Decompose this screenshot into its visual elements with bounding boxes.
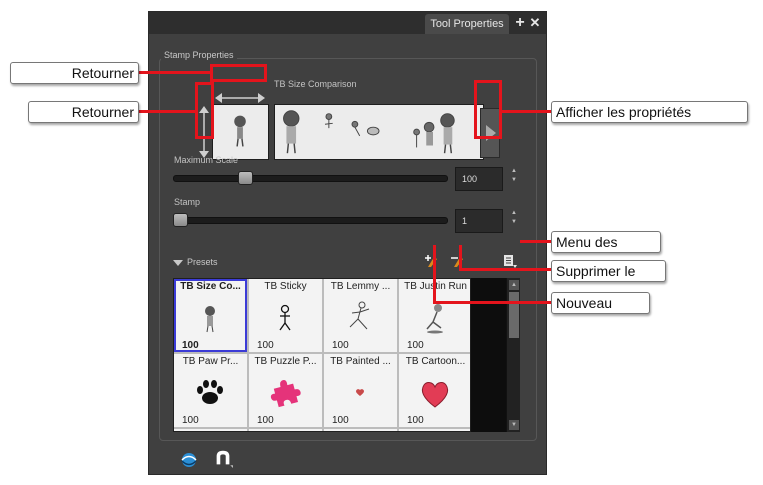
paw-print-icon — [197, 380, 223, 404]
stamp-slider[interactable] — [173, 217, 448, 224]
flip-horizontal-highlight — [210, 64, 267, 82]
scroll-thumb[interactable] — [509, 292, 519, 338]
justin-run-icon — [426, 304, 443, 334]
preset-cell[interactable]: TB Size Co... 100 — [174, 279, 247, 352]
leader-line — [501, 110, 551, 113]
panel-titlebar: Tool Properties + ✕ — [149, 12, 546, 34]
leader-line — [520, 240, 551, 243]
callout-show-properties: Afficher les propriétés — [551, 101, 748, 123]
preset-cell[interactable]: TB Lemmy ... 100 — [324, 279, 397, 352]
globe-rotate-icon[interactable] — [179, 450, 199, 470]
preset-cell[interactable]: TB Puzzle P... 100 — [249, 354, 322, 427]
collapse-triangle-icon — [173, 259, 183, 266]
max-scale-slider[interactable] — [173, 175, 448, 182]
add-panel-icon[interactable]: + — [513, 14, 527, 32]
preset-cell[interactable]: TB Sticky 100 — [249, 279, 322, 352]
comparison-label: TB Size Comparison — [274, 79, 357, 89]
flip-horizontal-icon[interactable] — [215, 93, 265, 103]
girl-figure-icon — [234, 115, 246, 147]
preset-cell[interactable]: TB Painted ... 100 — [324, 354, 397, 427]
preset-cell[interactable]: TB Cartoon... 100 — [399, 354, 470, 427]
callout-delete: Supprimer le — [551, 260, 666, 282]
girl-figure-icon — [205, 306, 215, 333]
stamp-preview — [212, 104, 269, 160]
leader-line — [459, 268, 551, 271]
callout-flip-vertical: Retourner — [28, 101, 139, 123]
new-preset-icon[interactable] — [425, 254, 439, 268]
puzzle-piece-icon — [270, 380, 301, 408]
max-scale-handle[interactable] — [238, 171, 253, 185]
preset-cell[interactable]: TB Paw Pr... 100 — [174, 354, 247, 427]
size-comparison-preview — [274, 104, 484, 160]
show-properties-highlight — [474, 80, 502, 139]
callout-menu: Menu des — [551, 231, 661, 253]
preset-cell[interactable] — [174, 429, 247, 431]
preset-cell[interactable] — [249, 429, 322, 431]
stamp-spinner[interactable]: ▲ ▼ — [510, 209, 518, 235]
max-scale-label: Maximum Scale — [174, 155, 239, 165]
max-scale-field[interactable]: 100 — [455, 167, 503, 191]
close-icon[interactable]: ✕ — [528, 14, 542, 32]
stick-figure-icon — [279, 304, 291, 331]
menu-icon[interactable] — [503, 254, 517, 268]
callout-new: Nouveau — [551, 292, 650, 314]
presets-grid: TB Size Co... 100 TB Sticky 100 TB Lemmy… — [173, 278, 471, 432]
callout-flip-horizontal: Retourner — [10, 62, 139, 84]
leader-line — [459, 245, 462, 270]
stamp-field[interactable]: 1 — [455, 209, 503, 233]
max-scale-spinner[interactable]: ▲ ▼ — [510, 167, 518, 193]
leader-line — [138, 110, 196, 113]
scroll-up-icon[interactable]: ▲ — [509, 280, 519, 290]
delete-preset-icon[interactable] — [451, 254, 465, 268]
cartoon-heart-icon — [421, 382, 449, 408]
stamp-handle[interactable] — [173, 213, 188, 227]
scroll-down-icon[interactable]: ▼ — [509, 420, 519, 430]
magnet-icon[interactable] — [213, 448, 233, 468]
stamp-label: Stamp — [174, 197, 201, 207]
leader-line — [138, 71, 211, 74]
stamp-properties-title: Stamp Properties — [161, 50, 237, 60]
presets-label: Presets — [187, 257, 218, 267]
size-comparison-figures — [283, 110, 455, 154]
flip-vertical-highlight — [195, 82, 214, 139]
running-figure-icon — [349, 301, 370, 330]
painted-heart-icon — [356, 389, 364, 396]
preset-cell[interactable] — [399, 429, 470, 431]
leader-line — [433, 301, 551, 304]
presets-header[interactable]: Presets — [173, 257, 218, 267]
tab-tool-properties[interactable]: Tool Properties — [425, 14, 509, 34]
preset-cell[interactable] — [324, 429, 397, 431]
leader-line — [433, 245, 436, 303]
